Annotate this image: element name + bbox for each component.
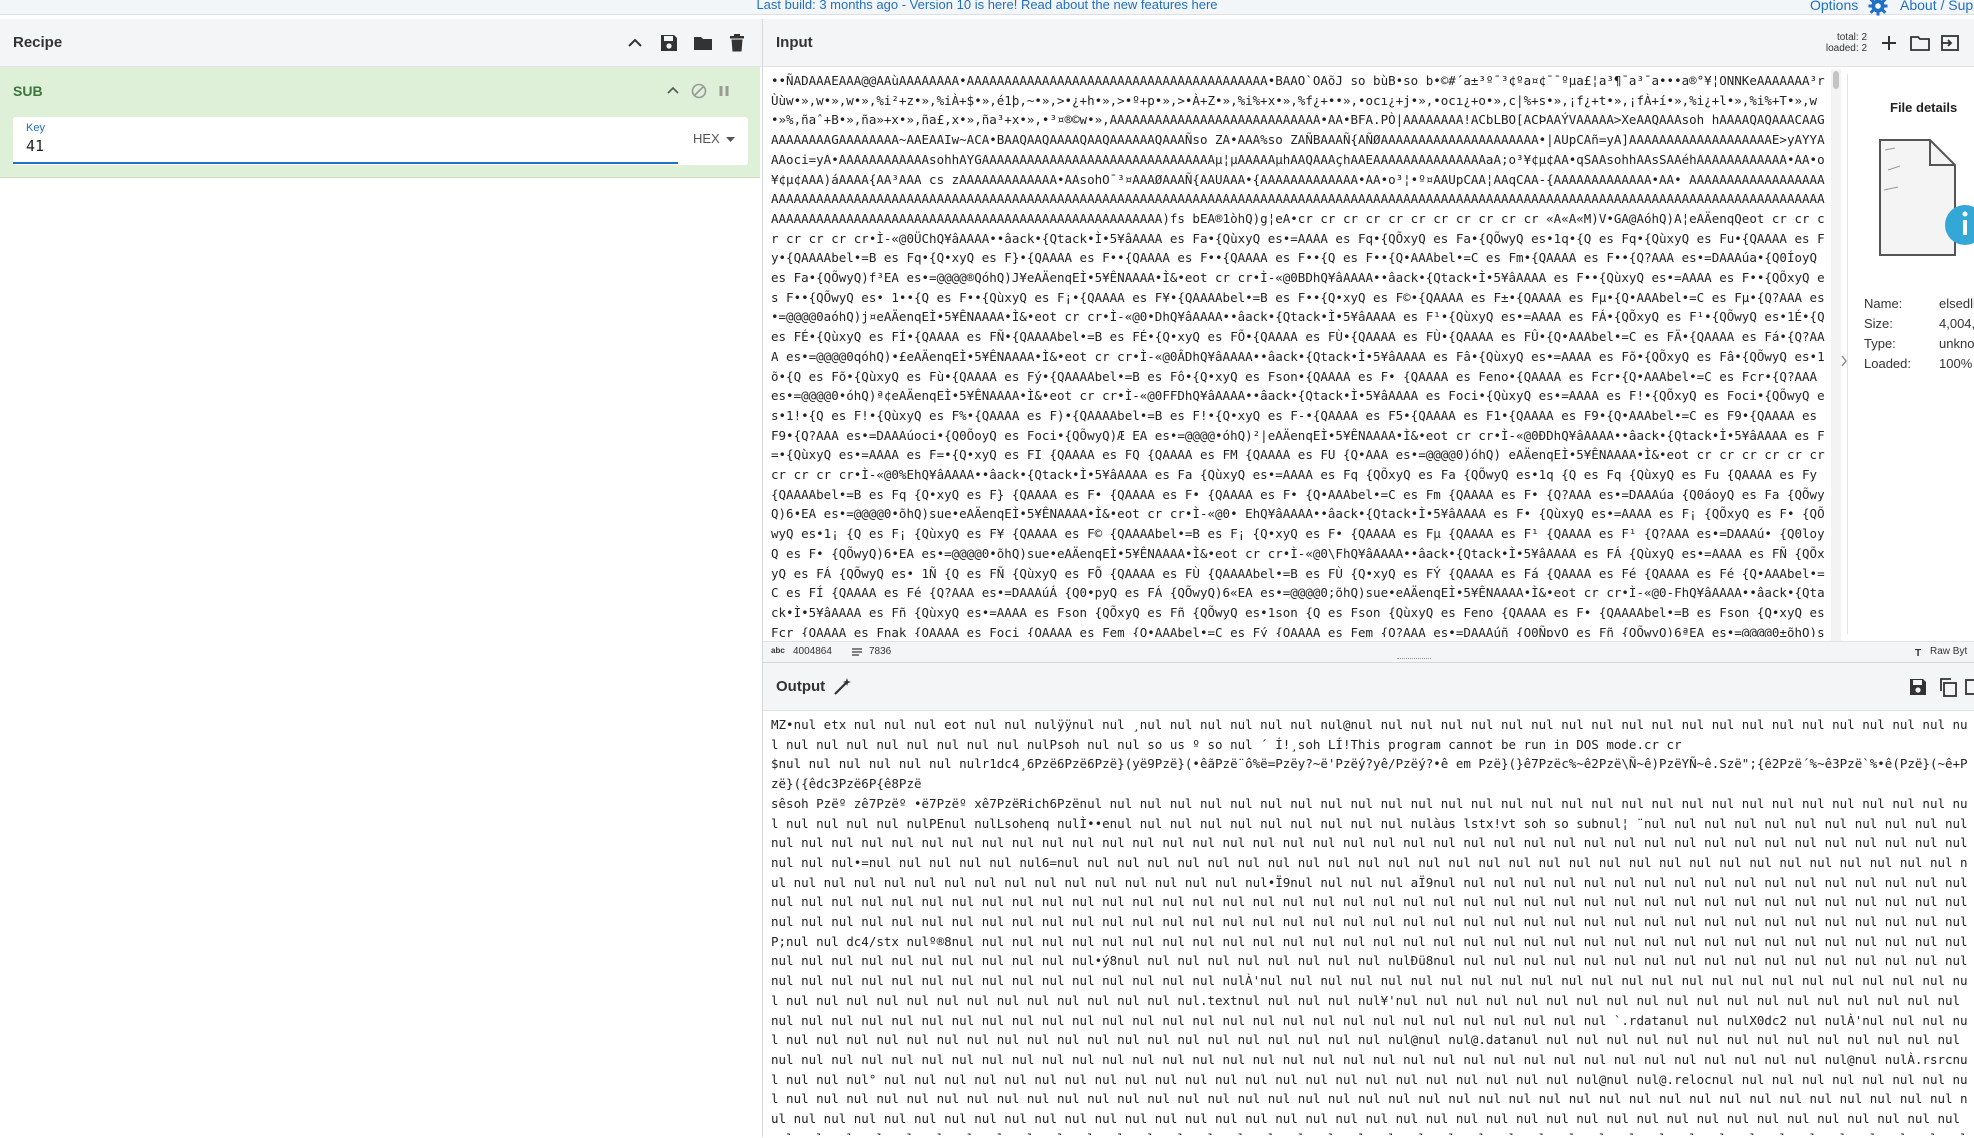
file-details-panel: File details Name: elsedll.d Size: 4,004,8… (1847, 74, 1974, 634)
input-lines: 7836 (869, 646, 892, 657)
operation-title: SUB (13, 83, 43, 99)
save-icon[interactable] (658, 32, 680, 54)
file-size-label: Size: (1864, 316, 1893, 331)
key-underline (13, 162, 678, 164)
file-icon (1879, 139, 1974, 256)
recipe-panel: Recipe SUB Key 41 HEX (0, 19, 763, 1137)
operation-sub[interactable]: SUB Key 41 HEX (0, 67, 760, 178)
lines-icon (852, 648, 862, 656)
file-loaded-label: Loaded: (1864, 356, 1911, 371)
length-icon: abc (771, 646, 785, 655)
key-label: Key (26, 122, 45, 134)
options-link[interactable]: Options (1810, 0, 1858, 13)
output-header: Output (763, 663, 1974, 711)
input-stats: total: 2 loaded: 2 (1787, 32, 1867, 54)
svg-text:T: T (1915, 648, 1921, 658)
output-textarea[interactable]: MZ•nul etx nul nul nul eot nul nul nulÿÿ… (771, 715, 1971, 1135)
input-title: Input (776, 34, 813, 51)
copy-icon[interactable] (1937, 676, 1959, 698)
about-support-link[interactable]: About / Sup (1900, 0, 1973, 13)
raw-bytes-toggle[interactable]: Raw Byt (1930, 646, 1967, 657)
text-format-icon[interactable]: T (1915, 646, 1927, 658)
input-header: Input total: 2 loaded: 2 (763, 19, 1974, 67)
replace-input-icon[interactable] (1963, 676, 1974, 698)
recipe-title: Recipe (13, 34, 63, 51)
loaded-label: loaded: (1825, 43, 1859, 54)
import-icon[interactable] (1939, 32, 1961, 54)
plus-icon[interactable] (1878, 32, 1900, 54)
output-title: Output (776, 678, 826, 695)
magic-wand-icon[interactable] (831, 676, 853, 698)
total-value: 2 (1861, 32, 1867, 43)
input-length: 4004864 (793, 646, 832, 657)
loaded-value: 2 (1861, 43, 1867, 54)
gear-icon[interactable] (1868, 0, 1888, 16)
pause-icon[interactable] (715, 82, 733, 100)
chevron-up-icon[interactable] (664, 82, 682, 100)
caret-down-icon (726, 136, 736, 142)
file-details-title: File details (1890, 100, 1958, 115)
file-type-value: unknow (1939, 336, 1974, 351)
trash-icon[interactable] (726, 32, 748, 54)
chevron-up-icon[interactable] (624, 32, 646, 54)
chevron-right-icon[interactable] (1840, 354, 1848, 368)
file-type-label: Type: (1864, 336, 1896, 351)
save-output-icon[interactable] (1907, 676, 1929, 698)
file-loaded-value: 100% (1939, 356, 1973, 371)
folder-icon[interactable] (692, 32, 714, 54)
update-banner: Last build: 3 months ago - Version 10 is… (0, 0, 1974, 16)
file-name-value: elsedll.d (1939, 296, 1974, 311)
key-format-dropdown[interactable]: HEX (693, 131, 736, 146)
file-size-value: 4,004,86 (1939, 316, 1974, 331)
recipe-header: Recipe (0, 19, 762, 67)
input-status-bar: abc 4004864 7836 T Raw Byt (763, 641, 1974, 663)
banner-link[interactable]: Last build: 3 months ago - Version 10 is… (0, 0, 1974, 12)
key-field[interactable]: Key 41 HEX (13, 117, 748, 165)
total-label: total: (1836, 32, 1859, 43)
disable-icon[interactable] (690, 82, 708, 100)
open-folder-icon[interactable] (1909, 32, 1931, 54)
key-format-value: HEX (693, 131, 720, 146)
file-name-label: Name: (1864, 296, 1903, 311)
key-input[interactable]: 41 (26, 137, 44, 155)
input-panel: Input total: 2 loaded: 2 ••ÑADAAAEAAA@@A… (763, 19, 1974, 663)
output-panel: Output MZ•nul etx nul nul nul eot nul nu… (763, 662, 1974, 1138)
scrollbar-thumb[interactable] (1833, 71, 1839, 89)
input-textarea[interactable]: ••ÑADAAAEAAA@@AAùAAAAAAAA•AAAAAAAAAAAAAA… (771, 71, 1829, 637)
